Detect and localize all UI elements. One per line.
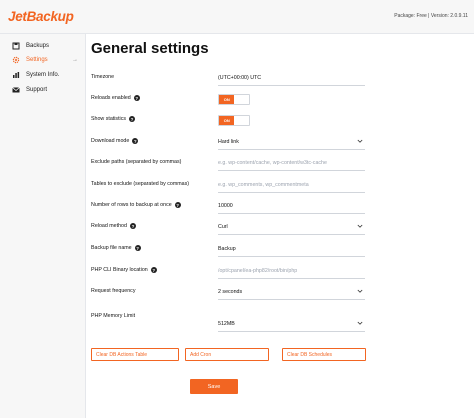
help-icon[interactable]: ? — [150, 267, 157, 273]
chevron-down-icon — [357, 139, 363, 143]
sidebar-item-system-info[interactable]: System Info. — [0, 67, 86, 83]
rows-once-label: Number of rows to backup at once? — [91, 202, 181, 208]
help-icon[interactable]: ? — [129, 116, 136, 122]
backup-file-name-input[interactable]: Backup — [218, 243, 365, 257]
tables-exclude-row: Tables to exclude (separated by commas) … — [91, 179, 466, 193]
reload-method-select[interactable]: Curl — [218, 221, 365, 235]
arrow-right-icon: → — [72, 57, 78, 63]
timezone-select[interactable]: (UTC+00:00) UTC — [218, 72, 365, 86]
php-memory-row: PHP Memory Limit 512MB — [91, 313, 466, 332]
settings-panel: General settings Timezone (UTC+00:00) UT… — [86, 34, 474, 418]
request-frequency-label: Request frequency — [91, 288, 136, 294]
php-memory-select[interactable]: 512MB — [218, 318, 365, 332]
reload-method-label: Reload method? — [91, 223, 136, 229]
chevron-down-icon — [357, 321, 363, 325]
reloads-enabled-toggle[interactable]: ON — [218, 94, 250, 105]
tables-exclude-input[interactable]: e.g. wp_comments, wp_commentmeta — [218, 179, 365, 193]
rows-once-input[interactable]: 10000 — [218, 200, 365, 214]
help-icon[interactable]: ? — [134, 245, 141, 251]
help-icon[interactable]: ? — [133, 95, 140, 101]
reloads-enabled-row: Reloads enabled? ON — [91, 93, 466, 107]
save-button[interactable]: Save — [190, 379, 238, 394]
chevron-down-icon — [357, 289, 363, 293]
request-frequency-row: Request frequency 2 seconds — [91, 286, 466, 300]
php-cli-label: PHP CLI Binary location? — [91, 267, 157, 273]
help-icon[interactable]: ? — [174, 202, 181, 208]
php-memory-label: PHP Memory Limit — [91, 313, 136, 319]
download-mode-label: Download mode? — [91, 138, 139, 144]
timezone-label: Timezone — [91, 74, 115, 80]
sidebar-item-label: System Info. — [26, 72, 60, 78]
download-mode-select[interactable]: Hard link — [218, 136, 365, 150]
gear-icon — [12, 56, 20, 64]
clear-db-actions-button[interactable]: Clear DB Actions Table — [91, 348, 179, 361]
app-header: JetBackup Package: Free | Version: 2.0.9… — [0, 0, 474, 34]
exclude-paths-label: Exclude paths (separated by commas) — [91, 159, 182, 165]
backup-file-name-label: Backup file name? — [91, 245, 141, 251]
mail-icon — [12, 86, 20, 94]
chevron-down-icon — [357, 224, 363, 228]
page-title: General settings — [91, 40, 209, 57]
sidebar-item-label: Backups — [26, 43, 50, 49]
add-cron-button[interactable]: Add Cron — [185, 348, 269, 361]
toggle-on-state: ON — [219, 116, 235, 125]
exclude-paths-input[interactable]: e.g. wp-content/cache, wp-content/w3tc-c… — [218, 157, 365, 171]
show-statistics-toggle[interactable]: ON — [218, 115, 250, 126]
request-frequency-select[interactable]: 2 seconds — [218, 286, 365, 300]
reload-method-row: Reload method? Curl — [91, 221, 466, 235]
chart-icon — [12, 71, 20, 79]
sidebar-item-label: Support — [26, 87, 48, 93]
timezone-row: Timezone (UTC+00:00) UTC — [91, 72, 466, 86]
show-statistics-row: Show statistics? ON — [91, 114, 466, 128]
tables-exclude-label: Tables to exclude (separated by commas) — [91, 181, 190, 187]
sidebar-item-support[interactable]: Support — [0, 82, 86, 98]
php-cli-input[interactable]: /opt/cpanel/ea-php82/root/bin/php — [218, 265, 365, 279]
package-info: Package: Free | Version: 2.0.9.11 — [394, 13, 468, 19]
rows-once-row: Number of rows to backup at once? 10000 — [91, 200, 466, 214]
help-icon[interactable]: ? — [129, 223, 136, 229]
download-mode-row: Download mode? Hard link — [91, 136, 466, 150]
sidebar-item-settings[interactable]: Settings → — [0, 52, 86, 68]
backup-file-name-row: Backup file name? Backup — [91, 243, 466, 257]
reloads-enabled-label: Reloads enabled? — [91, 95, 140, 101]
app-logo: JetBackup — [8, 9, 74, 24]
exclude-paths-row: Exclude paths (separated by commas) e.g.… — [91, 157, 466, 171]
backup-icon — [12, 42, 20, 50]
php-cli-row: PHP CLI Binary location? /opt/cpanel/ea-… — [91, 265, 466, 279]
sidebar-item-label: Settings — [26, 57, 48, 63]
show-statistics-label: Show statistics? — [91, 116, 136, 122]
help-icon[interactable]: ? — [132, 138, 139, 144]
clear-db-schedules-button[interactable]: Clear DB Schedules — [282, 348, 366, 361]
toggle-on-state: ON — [219, 95, 235, 104]
sidebar: Backups Settings → System Info. Support — [0, 34, 86, 418]
